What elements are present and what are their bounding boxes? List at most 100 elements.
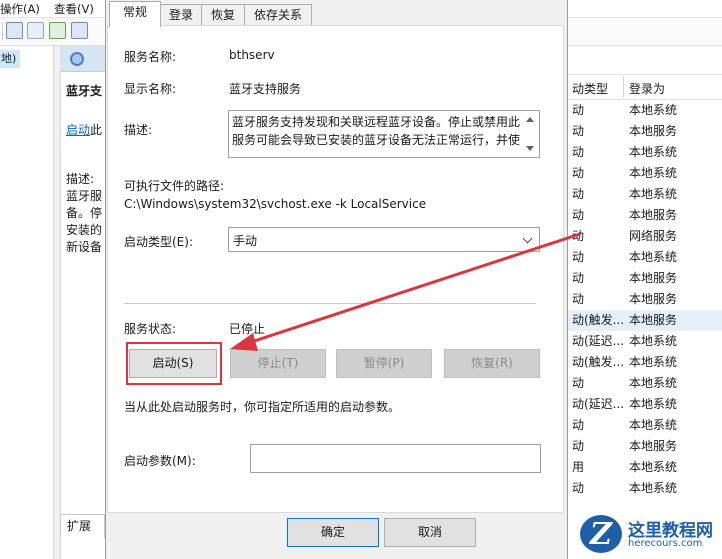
tab-dependencies[interactable]: 依存关系 (244, 4, 312, 26)
table-row[interactable]: 动(延迟... 本地系统 (568, 394, 722, 415)
logon-as-cell: 本地系统 (629, 460, 678, 474)
extended-service-title: 蓝牙支 (66, 84, 103, 98)
logon-as-cell: 本地系统 (629, 481, 678, 495)
exe-path-value: C:\Windows\system32\svchost.exe -k Local… (124, 197, 427, 211)
console-tree: 地) (0, 46, 54, 559)
startup-type-cell: 动 (572, 250, 585, 264)
scroll-up-icon[interactable] (526, 117, 534, 122)
table-row[interactable]: 动 本地服务 (568, 205, 722, 226)
ok-button[interactable]: 确定 (287, 518, 379, 547)
startup-type-cell: 动 (572, 166, 585, 180)
watermark-url: herecours.com (628, 538, 703, 549)
column-logon-as[interactable]: 登录为 (629, 80, 665, 97)
cancel-button[interactable]: 取消 (384, 518, 476, 547)
pause-button[interactable]: 暂停(P) (336, 349, 432, 378)
column-separator[interactable] (623, 76, 624, 98)
startup-type-cell: 动 (572, 271, 585, 285)
extended-start-suffix: 此 (90, 123, 103, 137)
logon-as-cell: 本地系统 (629, 145, 678, 159)
tab-general[interactable]: 常规 (109, 1, 161, 27)
startup-type-cell: 动 (572, 187, 585, 201)
display-name-value: 蓝牙支持服务 (229, 82, 302, 96)
table-row[interactable]: 动(延迟... 本地系统 (568, 331, 722, 352)
back-icon[interactable] (6, 22, 23, 39)
table-row[interactable]: 动 本地系统 (568, 184, 722, 205)
extended-desc-line: 安装的 (66, 223, 103, 237)
stop-button[interactable]: 停止(T) (230, 349, 326, 378)
description-box[interactable]: 蓝牙服务支持发现和关联远程蓝牙设备。停止或禁用此服务可能会导致已安装的蓝牙设备无… (228, 110, 540, 158)
startup-type-cell: 动(触发... (572, 355, 625, 369)
display-name-label: 显示名称: (124, 82, 177, 96)
startup-type-cell: 动 (572, 145, 585, 159)
table-row[interactable]: 动 本地系统 (568, 247, 722, 268)
service-status-label: 服务状态: (124, 322, 177, 336)
export-icon[interactable] (71, 22, 88, 39)
column-startup-type[interactable]: 动类型 (572, 80, 608, 97)
logon-as-cell: 本地系统 (629, 103, 678, 117)
resume-button[interactable]: 恢复(R) (444, 349, 540, 378)
logon-as-cell: 本地服务 (629, 292, 678, 306)
menu-view[interactable]: 查看(V) (54, 1, 94, 17)
start-params-label: 启动参数(M): (124, 454, 196, 468)
dialog-tabs: 常规 登录 恢复 依存关系 (105, 0, 568, 27)
startup-type-cell: 动 (572, 439, 585, 453)
tree-item-services[interactable]: 地) (0, 50, 20, 68)
startup-type-cell: 动 (572, 208, 585, 222)
startup-type-cell: 动 (572, 229, 585, 243)
tab-logon[interactable]: 登录 (160, 4, 202, 26)
description-scrollbar[interactable] (523, 111, 539, 157)
exe-path-label: 可执行文件的路径: (124, 179, 225, 193)
table-row[interactable]: 动 本地服务 (568, 121, 722, 142)
table-row[interactable]: 动 网络服务 (568, 226, 722, 247)
table-row[interactable]: 动 本地系统 (568, 163, 722, 184)
table-row[interactable]: 动 本地服务 (568, 436, 722, 457)
logon-as-cell: 网络服务 (629, 229, 678, 243)
table-row[interactable]: 动 本地服务 (568, 289, 722, 310)
startup-type-cell: 动 (572, 481, 585, 495)
watermark-letter: Z (590, 517, 612, 552)
table-row[interactable]: 动 本地系统 (568, 478, 722, 499)
table-row[interactable]: 动 本地系统 (568, 373, 722, 394)
startup-type-cell: 动 (572, 292, 585, 306)
chevron-down-icon (522, 233, 533, 244)
toolbar-separator (2, 22, 3, 40)
table-row[interactable]: 动 本地服务 (568, 268, 722, 289)
description-text: 蓝牙服务支持发现和关联远程蓝牙设备。停止或禁用此服务可能会导致已安装的蓝牙设备无… (232, 115, 521, 147)
startup-type-cell: 动 (572, 376, 585, 390)
extended-start-link[interactable]: 启动 (66, 123, 90, 137)
logon-as-cell: 本地系统 (629, 334, 678, 348)
start-params-hint: 当从此处启动服务时，你可指定所适用的启动参数。 (124, 400, 401, 414)
tab-recovery[interactable]: 恢复 (201, 4, 245, 26)
table-row[interactable]: 动 本地系统 (568, 415, 722, 436)
scroll-down-icon[interactable] (526, 146, 534, 151)
startup-type-select[interactable]: 手动 (228, 227, 540, 252)
logon-as-cell: 本地系统 (629, 250, 678, 264)
start-highlight-annotation (126, 342, 222, 385)
description-label: 描述: (124, 123, 153, 137)
properties-icon[interactable] (27, 22, 44, 39)
extended-desc-line: 备。停 (66, 206, 103, 220)
table-row[interactable]: 动 本地系统 (568, 142, 722, 163)
logon-as-cell: 本地系统 (629, 187, 678, 201)
logon-as-cell: 本地系统 (629, 397, 678, 411)
startup-type-cell: 用 (572, 460, 585, 474)
table-row[interactable]: 动(触发... 本地服务 (568, 310, 722, 331)
startup-type-value: 手动 (233, 234, 258, 248)
watermark-logo: Z (577, 512, 625, 556)
extended-start-line: 启动此 (66, 121, 104, 138)
refresh-icon[interactable] (49, 22, 66, 39)
services-gear-icon (70, 52, 84, 66)
startup-type-cell: 动(触发... (572, 313, 625, 327)
table-row[interactable]: 动(触发... 本地系统 (568, 352, 722, 373)
menu-action[interactable]: 操作(A) (0, 1, 40, 17)
table-row[interactable]: 用 本地系统 (568, 457, 722, 478)
tab-extended[interactable]: 扩展 (60, 514, 105, 538)
startup-type-label: 启动类型(E): (124, 235, 193, 249)
startup-type-cell: 动 (572, 124, 585, 138)
logon-as-cell: 本地系统 (629, 166, 678, 180)
service-name-label: 服务名称: (124, 50, 177, 64)
table-row[interactable]: 动 本地系统 (568, 100, 722, 121)
extended-desc-line: 新设备 (66, 240, 103, 254)
logon-as-cell: 本地系统 (629, 376, 678, 390)
start-params-input[interactable] (250, 444, 541, 473)
